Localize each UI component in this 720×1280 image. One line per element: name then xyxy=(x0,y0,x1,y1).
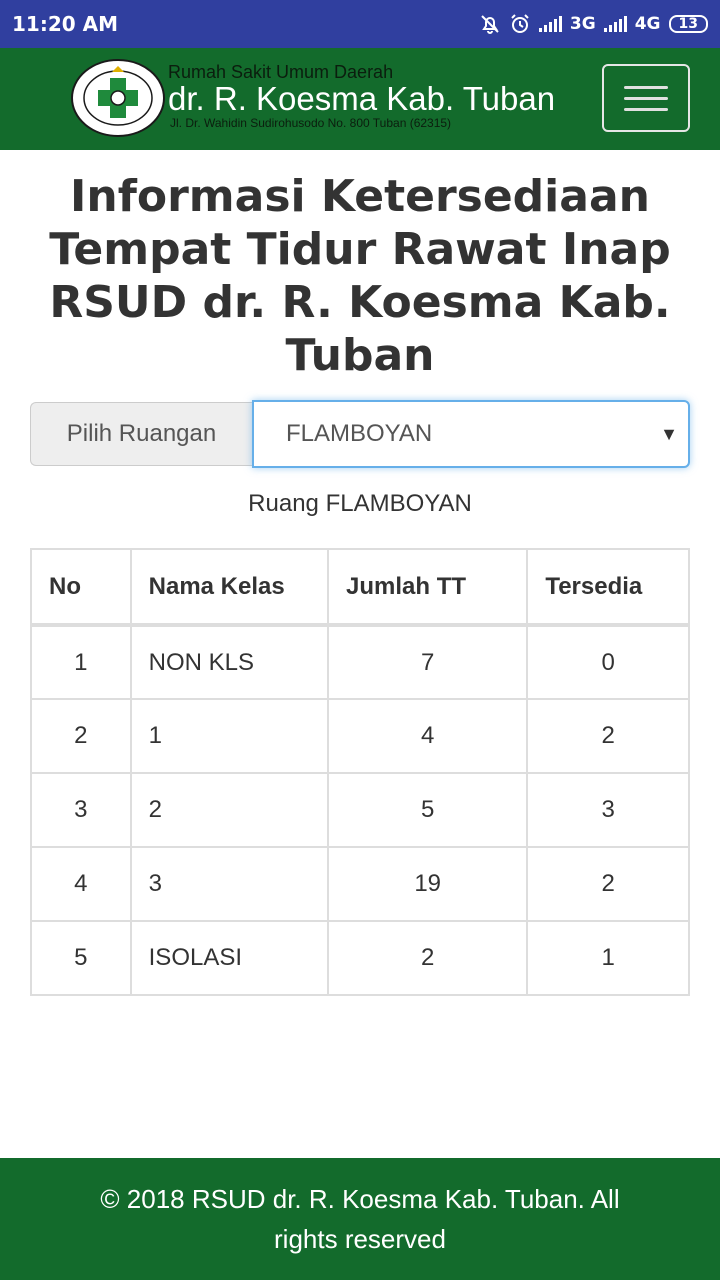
footer: © 2018 RSUD dr. R. Koesma Kab. Tuban. Al… xyxy=(0,1158,720,1280)
table-row: 1 NON KLS 7 0 xyxy=(30,624,690,700)
table-row: 5 ISOLASI 2 1 xyxy=(30,920,690,996)
battery-icon: 13 xyxy=(668,15,708,33)
cell-jumlah: 2 xyxy=(327,920,529,996)
cell-kelas: 2 xyxy=(129,772,330,848)
status-icons: 3G 4G 13 xyxy=(479,13,708,35)
cell-tersedia: 3 xyxy=(526,772,690,848)
cell-tersedia: 2 xyxy=(526,698,690,774)
status-bar: 11:20 AM 3G 4G 13 xyxy=(0,0,720,48)
org-address: Jl. Dr. Wahidin Sudirohusodo No. 800 Tub… xyxy=(170,116,452,130)
table-row: 4 3 19 2 xyxy=(30,846,690,922)
cell-no: 1 xyxy=(30,624,132,700)
page-title: Informasi Ketersediaan Tempat Tidur Rawa… xyxy=(49,171,671,381)
col-header-tersedia: Tersedia xyxy=(526,548,690,627)
menu-toggle-button[interactable] xyxy=(602,64,690,132)
org-name[interactable]: dr. R. Koesma Kab. Tuban xyxy=(168,80,555,118)
room-select-group: Pilih Ruangan FLAMBOYAN ▼ xyxy=(30,400,690,468)
mute-bell-icon xyxy=(481,15,499,34)
table-header-row: No Nama Kelas Jumlah TT Tersedia xyxy=(30,548,690,627)
room-caption: Ruang FLAMBOYAN xyxy=(248,490,472,517)
cell-no: 2 xyxy=(30,698,132,774)
cell-jumlah: 19 xyxy=(327,846,529,922)
cell-no: 5 xyxy=(30,920,132,996)
col-header-no: No xyxy=(30,548,132,627)
col-header-kelas: Nama Kelas xyxy=(129,548,330,627)
cell-tersedia: 0 xyxy=(526,624,690,700)
bed-availability-table: No Nama Kelas Jumlah TT Tersedia 1 NON K… xyxy=(30,548,690,996)
caret-down-icon: ▼ xyxy=(660,424,678,444)
hamburger-icon-line xyxy=(624,96,668,100)
cell-no: 4 xyxy=(30,846,132,922)
room-select-label: Pilih Ruangan xyxy=(30,402,252,466)
cell-no: 3 xyxy=(30,772,132,848)
table-row: 3 2 5 3 xyxy=(30,772,690,848)
network-4g-label: 4G xyxy=(634,14,661,34)
cell-jumlah: 5 xyxy=(327,772,529,848)
cell-kelas: 1 xyxy=(129,698,330,774)
room-select-value: FLAMBOYAN xyxy=(286,420,433,447)
cell-kelas: NON KLS xyxy=(129,624,330,700)
network-3g-label: 3G xyxy=(569,14,596,34)
hamburger-icon-line xyxy=(624,107,668,111)
cell-kelas: 3 xyxy=(129,846,330,922)
cell-jumlah: 4 xyxy=(327,698,529,774)
signal-icon xyxy=(538,16,562,32)
cell-kelas: ISOLASI xyxy=(129,920,330,996)
alarm-icon xyxy=(511,14,529,33)
footer-copyright: © 2018 RSUD dr. R. Koesma Kab. Tuban. Al… xyxy=(100,1184,620,1254)
battery-level: 13 xyxy=(678,16,698,32)
cell-tersedia: 1 xyxy=(526,920,690,996)
hospital-logo[interactable] xyxy=(70,58,166,138)
cell-jumlah: 7 xyxy=(327,624,529,700)
hamburger-icon-line xyxy=(624,85,668,89)
status-time: 11:20 AM xyxy=(12,12,119,36)
table-row: 2 1 4 2 xyxy=(30,698,690,774)
room-select[interactable]: FLAMBOYAN ▼ xyxy=(252,400,690,468)
cell-tersedia: 2 xyxy=(526,846,690,922)
col-header-jumlah: Jumlah TT xyxy=(327,548,529,627)
signal-icon-2 xyxy=(603,16,627,32)
